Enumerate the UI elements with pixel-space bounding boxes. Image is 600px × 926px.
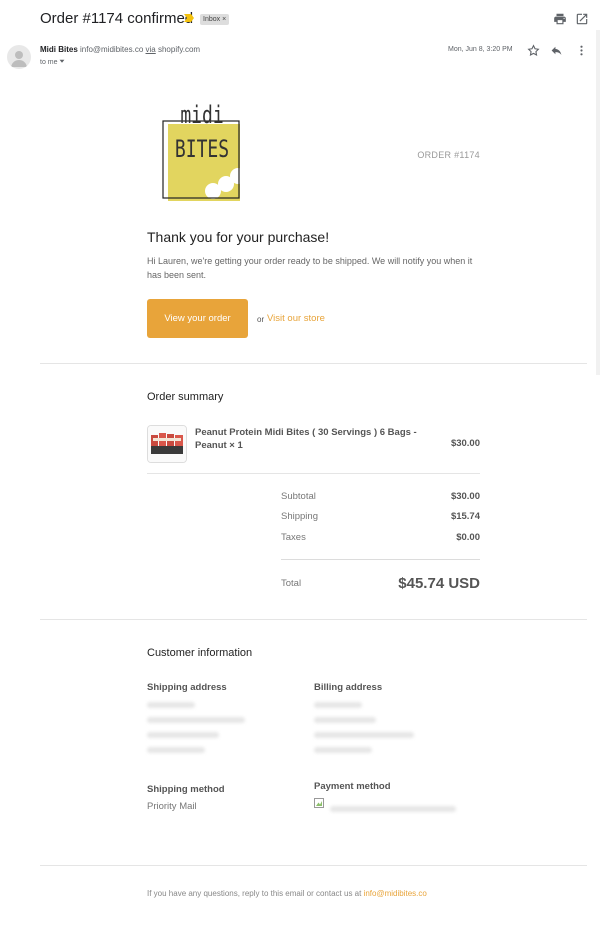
subtotal-value: $30.00 [450,491,480,502]
payment-method-heading: Payment method [314,781,391,792]
section-divider [40,363,587,364]
shipping-label: Shipping [281,511,318,522]
product-title: Peanut Protein Midi Bites ( 30 Servings … [195,427,417,451]
taxes-label: Taxes [281,532,306,543]
sender-name[interactable]: Midi Bites [40,45,78,54]
inbox-label-chip[interactable]: Inbox × [200,14,230,25]
logo-word-bites: BITES [174,135,230,163]
contact-email-link[interactable]: info@midibites.co [364,889,427,898]
view-order-button[interactable]: View your order [147,299,248,338]
product-thumbnail [147,425,187,463]
order-number: ORDER #1174 [417,150,480,160]
product-price: $30.00 [450,438,480,449]
total-divider [281,559,480,560]
importance-marker-icon[interactable] [184,14,194,22]
subtotal-label: Subtotal [281,491,316,502]
chevron-down-icon [60,59,65,63]
inbox-label: Inbox [203,16,221,23]
store-logo[interactable]: midi BITES [160,101,246,202]
section-divider [40,619,587,620]
order-summary-heading: Order summary [147,391,224,403]
product-image-icon [148,426,186,462]
or-text: or [257,315,265,324]
customer-info-heading: Customer information [147,647,253,659]
taxes-value: $0.00 [456,532,480,543]
broken-image-icon [314,798,324,808]
shipping-method-heading: Shipping method [147,784,225,795]
remove-label-icon[interactable]: × [222,16,226,23]
summary-divider [147,473,480,474]
recipients-toggle[interactable]: to me [40,58,65,66]
sender-avatar [7,45,31,69]
total-label: Total [281,578,302,589]
open-in-new-window-icon[interactable] [575,12,589,26]
recipients-label: to me [40,59,58,66]
more-options-icon[interactable] [575,44,588,57]
person-icon [11,51,27,67]
shipping-value: $15.74 [450,511,480,522]
via-domain: shopify.com [157,45,201,54]
thank-you-heading: Thank you for your purchase! [147,229,330,245]
payment-details-redacted [330,806,456,812]
scrollbar[interactable] [596,30,600,375]
star-icon[interactable] [527,44,540,57]
shipping-address-redacted [147,702,257,753]
visit-store-link[interactable]: Visit our store [267,313,325,324]
shipping-method-value: Priority Mail [147,801,197,812]
section-divider [40,865,587,866]
billing-address-redacted [314,702,424,753]
via-link[interactable]: via [146,45,156,54]
footer-text: If you have any questions, reply to this… [147,889,362,898]
email-date: Mon, Jun 8, 3:20 PM [448,46,513,53]
logo-word-midi: midi [180,101,224,129]
order-message: Hi Lauren, we're getting your order read… [147,256,473,280]
footer-note: If you have any questions, reply to this… [147,889,427,898]
email-subject: Order #1174 confirmed [40,10,194,27]
shipping-address-heading: Shipping address [147,682,227,693]
total-value: $45.74 USD [398,575,480,592]
sender-line: Midi Bites info@midibites.co via shopify… [40,45,200,54]
billing-address-heading: Billing address [314,682,383,693]
print-icon[interactable] [553,12,567,26]
reply-icon[interactable] [550,44,563,57]
sender-email: info@midibites.co [80,45,144,54]
